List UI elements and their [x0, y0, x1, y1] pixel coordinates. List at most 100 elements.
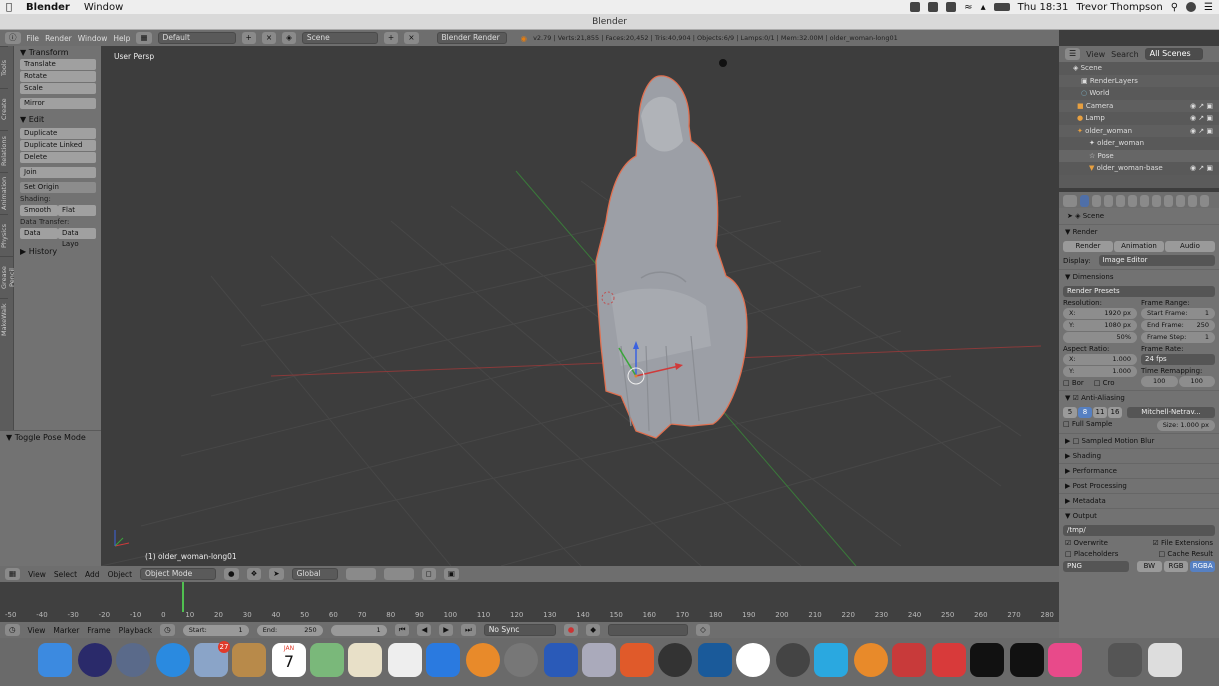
timeline-editor-icon[interactable]: ◷	[5, 624, 20, 636]
playhead[interactable]	[182, 582, 184, 612]
add-menu[interactable]: Add	[85, 570, 100, 579]
outliner-display-mode[interactable]: All Scenes	[1144, 48, 1203, 60]
pin-icon[interactable]: ➤	[1067, 212, 1073, 220]
notification-center-icon[interactable]: ☰	[1204, 2, 1213, 13]
gem-app-icon[interactable]	[892, 643, 926, 677]
blender-dock-icon[interactable]	[854, 643, 888, 677]
outliner-row-scene[interactable]: ◈ Scene	[1059, 62, 1219, 75]
record-icon[interactable]: ●	[563, 624, 579, 636]
aspect-x-field[interactable]: X: 1.000	[1063, 354, 1137, 365]
scene-tab-icon[interactable]	[1104, 195, 1113, 207]
duplicate-button[interactable]: Duplicate	[20, 128, 96, 139]
volume-icon[interactable]: ▴	[981, 2, 986, 13]
view-menu[interactable]: View	[28, 570, 46, 579]
pages-icon[interactable]	[348, 643, 382, 677]
jump-end-icon[interactable]: ⏭	[461, 624, 476, 636]
data-layout-button[interactable]: Data Layo	[58, 228, 96, 248]
desktop-stack-icon[interactable]	[1108, 643, 1142, 677]
photon-icon[interactable]	[970, 643, 1004, 677]
metadata-panel-header[interactable]: ▶ Metadata	[1059, 493, 1219, 508]
outliner-search-menu[interactable]: Search	[1111, 50, 1138, 59]
mirror-button[interactable]: Mirror	[20, 98, 96, 109]
timeline-frame-menu[interactable]: Frame	[87, 626, 110, 635]
outliner-row-lamp[interactable]: ● Lamp ◉ ↗ ▣	[1059, 112, 1219, 125]
older-woman-model[interactable]	[595, 75, 748, 439]
properties-editor-icon[interactable]	[1063, 195, 1077, 207]
scene-field[interactable]: Scene	[301, 32, 378, 44]
transform-panel-header[interactable]: ▼ Transform	[14, 46, 101, 59]
visibility-eye-icon[interactable]: ◉ ↗ ▣	[1190, 125, 1219, 138]
output-path-field[interactable]: /tmp/	[1063, 525, 1215, 536]
texture-tab-icon[interactable]	[1188, 195, 1197, 207]
visibility-eye-icon[interactable]: ◉ ↗ ▣	[1190, 100, 1219, 113]
sync-mode-select[interactable]: No Sync	[483, 624, 556, 636]
outliner-row-camera[interactable]: ■ Camera ◉ ↗ ▣	[1059, 99, 1219, 113]
rotate-button[interactable]: Rotate	[20, 71, 96, 82]
safari-icon[interactable]	[156, 643, 190, 677]
current-frame-field[interactable]: 1	[330, 624, 387, 636]
shading-panel-header[interactable]: ▶ Shading	[1059, 448, 1219, 463]
aa-16-button[interactable]: 16	[1108, 407, 1122, 418]
photos-icon[interactable]	[736, 643, 770, 677]
daz-studio-icon[interactable]	[776, 643, 810, 677]
music-icon[interactable]	[1048, 643, 1082, 677]
object-menu[interactable]: Object	[108, 570, 132, 579]
remote-desktop-icon[interactable]	[544, 643, 578, 677]
border-checkbox[interactable]: □ Bor	[1063, 379, 1084, 387]
modifiers-tab-icon[interactable]	[1152, 195, 1161, 207]
outliner-row-mesh[interactable]: ▼ older_woman-base ◉ ↗ ▣	[1059, 162, 1219, 175]
editor-type-info-button[interactable]: ⓘ	[5, 32, 21, 44]
menu-file[interactable]: File	[27, 34, 40, 43]
remap-old-field[interactable]: 100	[1141, 376, 1178, 387]
data-tab-icon[interactable]	[1164, 195, 1173, 207]
aa-8-button[interactable]: 8	[1078, 407, 1092, 418]
add-screen-button[interactable]: +	[241, 32, 256, 44]
translate-button[interactable]: Translate	[20, 59, 96, 70]
orientation-select[interactable]: Global	[291, 568, 338, 580]
sketchup-icon[interactable]	[932, 643, 966, 677]
visibility-eye-icon[interactable]: ◉ ↗ ▣	[1190, 162, 1219, 175]
render-layers-tab-icon[interactable]	[1092, 195, 1101, 207]
outliner-row-armature-data[interactable]: ✦ older_woman	[1059, 137, 1219, 150]
performance-panel-header[interactable]: ▶ Performance	[1059, 463, 1219, 478]
timeline-marker-menu[interactable]: Marker	[53, 626, 79, 635]
aspect-y-field[interactable]: Y: 1.000	[1063, 366, 1137, 377]
visibility-eye-icon[interactable]: ◉ ↗ ▣	[1190, 112, 1219, 125]
tab-relations[interactable]: Relations	[0, 130, 8, 172]
preview-icon[interactable]	[582, 643, 616, 677]
screen-layout-icon[interactable]: ▦	[136, 32, 152, 44]
overwrite-checkbox[interactable]: ☑ Overwrite	[1065, 539, 1108, 547]
battery-icon[interactable]	[993, 3, 1010, 11]
particles-tab-icon[interactable]	[1200, 195, 1209, 207]
bw-button[interactable]: BW	[1137, 561, 1162, 572]
tab-makewalk[interactable]: MakeWalk	[0, 298, 8, 340]
crop-checkbox[interactable]: □ Cro	[1094, 379, 1115, 387]
scale-button[interactable]: Scale	[20, 83, 96, 94]
edit-panel-header[interactable]: ▼ Edit	[14, 113, 101, 126]
display-select[interactable]: Image Editor	[1098, 255, 1215, 266]
outliner-row-pose[interactable]: ☆ Pose	[1059, 149, 1219, 162]
render-panel-header[interactable]: ▼ Render	[1059, 224, 1219, 239]
timeline[interactable]: -50 -40 -30 -20 -10 0 10 20 30 40 50 60 70 80 90 100 110…	[0, 582, 1059, 622]
menubar-app-name[interactable]: Blender	[26, 2, 70, 13]
arrow-app-icon[interactable]	[698, 643, 732, 677]
resolution-x-field[interactable]: X: 1920 px	[1063, 308, 1137, 319]
outliner-editor-icon[interactable]: ☰	[1065, 48, 1081, 60]
post-processing-panel-header[interactable]: ▶ Post Processing	[1059, 478, 1219, 493]
lamp-object[interactable]	[719, 59, 727, 67]
aa-filter-select[interactable]: Mitchell-Netrav...	[1127, 407, 1215, 418]
user-name[interactable]: Trevor Thompson	[1076, 2, 1162, 13]
numbers-icon[interactable]	[388, 643, 422, 677]
resolution-percent-field[interactable]: 50%	[1063, 332, 1137, 343]
motion-blur-panel-header[interactable]: ▶ □ Sampled Motion Blur	[1059, 433, 1219, 448]
istudio-icon[interactable]	[620, 643, 654, 677]
snap-icon[interactable]: ◻	[421, 568, 436, 580]
timeline-playback-menu[interactable]: Playback	[119, 626, 152, 635]
placeholders-checkbox[interactable]: □ Placeholders	[1065, 550, 1118, 558]
keying-set-field[interactable]	[608, 624, 689, 636]
insert-keyframe-icon[interactable]: ◇	[696, 624, 710, 636]
outliner-row-world[interactable]: ○ World	[1059, 87, 1219, 100]
remove-screen-button[interactable]: ×	[261, 32, 277, 44]
clock[interactable]: Thu 18:31	[1018, 2, 1069, 13]
tab-physics[interactable]: Physics	[0, 214, 8, 256]
